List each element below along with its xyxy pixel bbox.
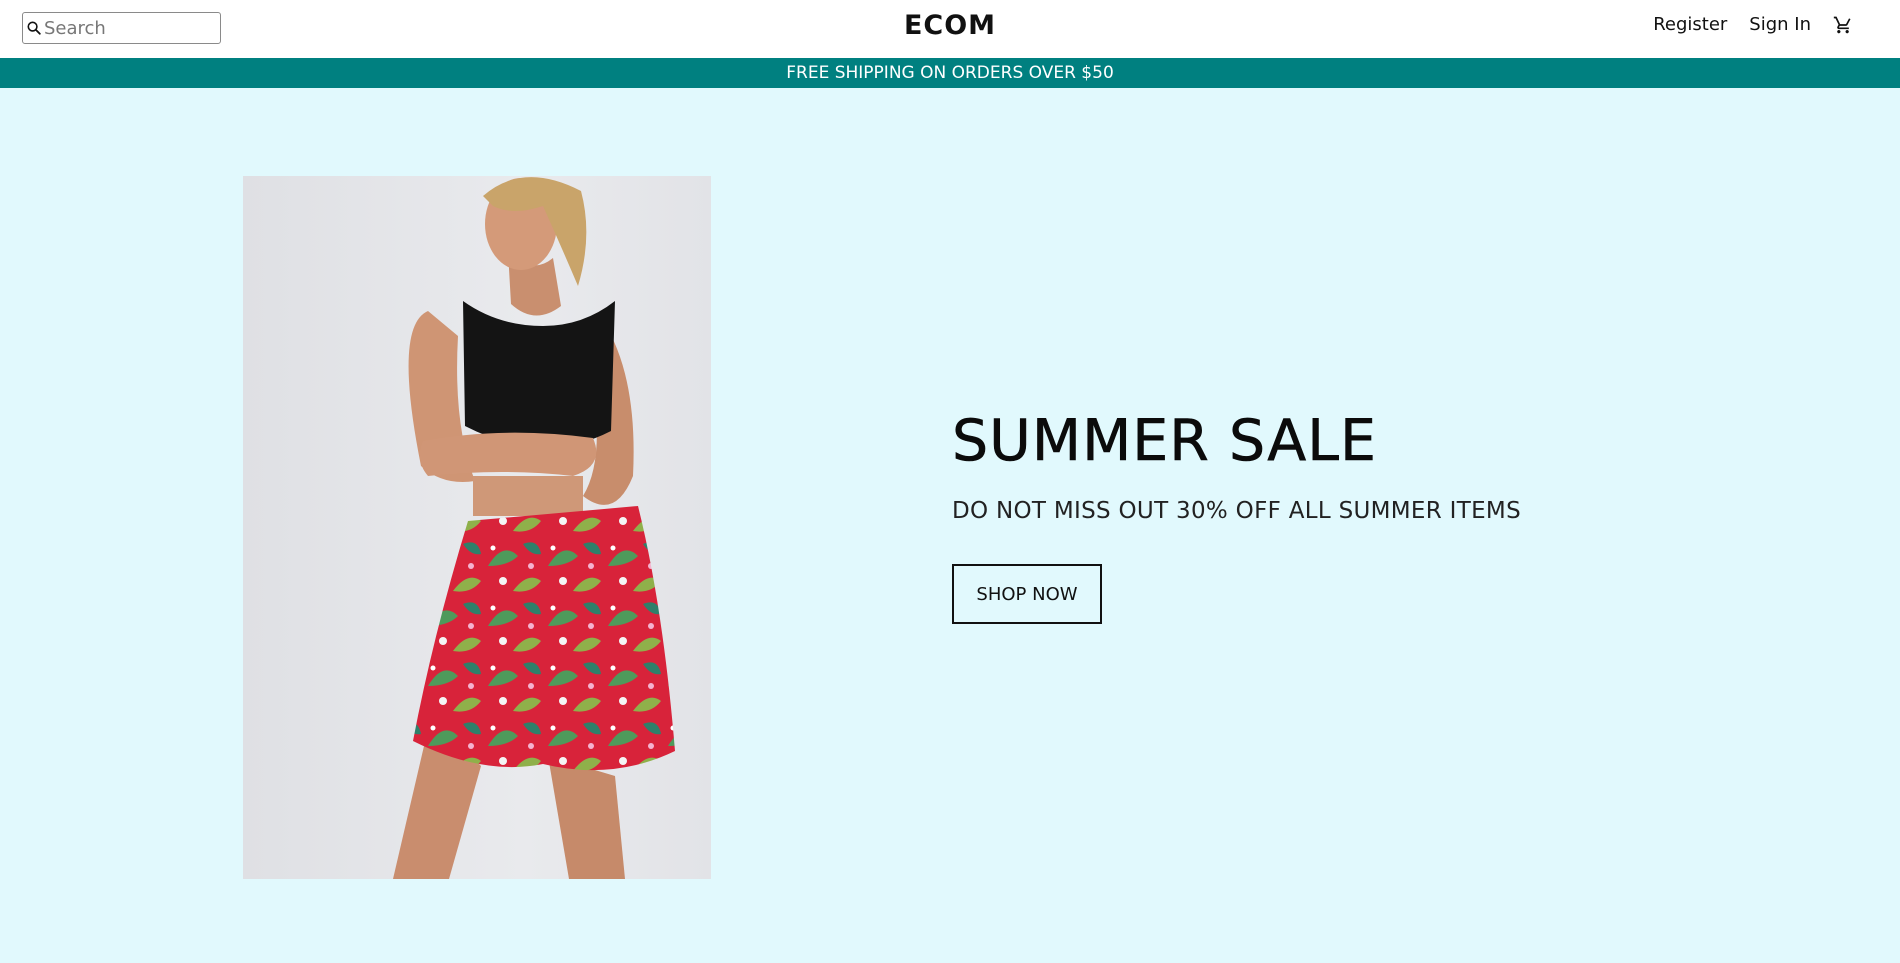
cart-icon[interactable]: [1833, 15, 1853, 35]
shop-now-button[interactable]: SHOP NOW: [952, 564, 1102, 624]
hero-title: SUMMER SALE: [952, 408, 1378, 474]
hero-text-block: SUMMER SALE DO NOT MISS OUT 30% OFF ALL …: [952, 408, 1521, 624]
sign-in-link[interactable]: Sign In: [1749, 14, 1811, 35]
search-icon: [26, 20, 42, 36]
site-logo[interactable]: ECOM: [900, 10, 1000, 41]
hero-subtitle: DO NOT MISS OUT 30% OFF ALL SUMMER ITEMS: [952, 498, 1521, 524]
register-link[interactable]: Register: [1653, 14, 1727, 35]
search-input[interactable]: [42, 17, 214, 39]
search-box[interactable]: [22, 12, 221, 44]
header-nav: Register Sign In: [1653, 14, 1853, 35]
announcement-bar: FREE SHIPPING ON ORDERS OVER $50: [0, 58, 1900, 88]
site-header: ECOM Register Sign In: [0, 0, 1900, 58]
hero-model-image: [243, 176, 711, 879]
hero-slider: SUMMER SALE DO NOT MISS OUT 30% OFF ALL …: [0, 88, 1900, 963]
announcement-text: FREE SHIPPING ON ORDERS OVER $50: [786, 63, 1114, 83]
